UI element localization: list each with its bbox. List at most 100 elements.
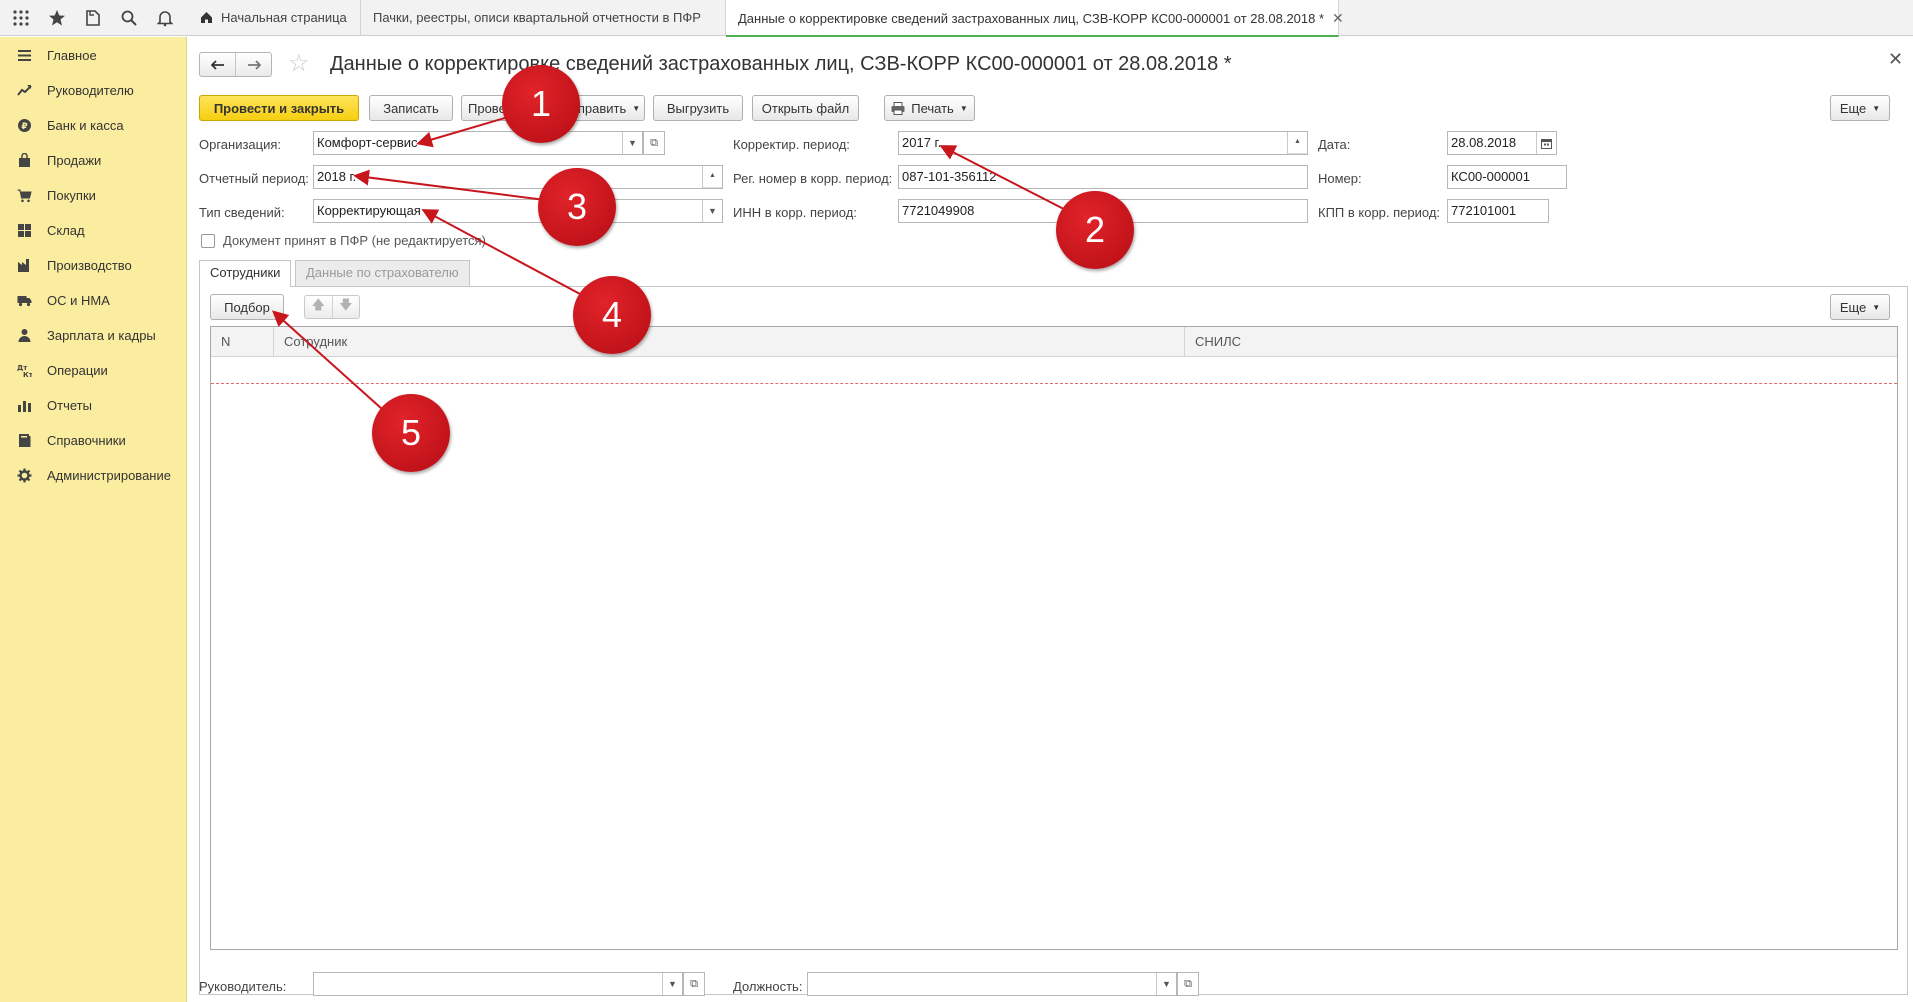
sidebar-item-references[interactable]: Справочники	[0, 423, 186, 458]
down-icon[interactable]: ▼	[703, 188, 722, 189]
report-period-field[interactable]: 2018 г. ▲▼	[313, 165, 723, 189]
sidebar-item-administration[interactable]: Администрирование	[0, 458, 186, 493]
trend-icon	[16, 83, 32, 99]
open-file-button[interactable]: Открыть файл	[752, 95, 859, 121]
open-position-icon[interactable]: ⧉	[1177, 972, 1199, 996]
accepted-checkbox-label: Документ принят в ПФР (не редактируется)	[223, 233, 486, 248]
inn-label: ИНН в корр. период:	[733, 205, 857, 220]
printer-icon	[891, 101, 905, 115]
close-document-icon[interactable]: ✕	[1888, 49, 1903, 70]
column-header-n[interactable]: N	[211, 327, 274, 357]
chevron-down-icon[interactable]: ▼	[702, 200, 722, 222]
reg-number-label: Рег. номер в корр. период:	[733, 171, 893, 186]
more-button[interactable]: Еще ▼	[1830, 95, 1890, 121]
position-field[interactable]: ▼	[807, 972, 1177, 996]
info-type-field[interactable]: Корректирующая ▼	[313, 199, 723, 223]
save-button[interactable]: Записать	[369, 95, 453, 121]
sidebar-item-main[interactable]: Главное	[0, 38, 186, 73]
sidebar-item-label: Банк и касса	[47, 118, 124, 133]
sidebar-item-label: Зарплата и кадры	[47, 328, 156, 343]
history-nav	[199, 52, 272, 77]
move-up-icon[interactable]: 🡅	[305, 296, 333, 318]
report-period-stepper[interactable]: ▲▼	[702, 166, 722, 189]
chevron-down-icon[interactable]: ▼	[622, 132, 642, 154]
tab-employees-label: Сотрудники	[210, 265, 281, 280]
employees-table[interactable]: N Сотрудник СНИЛС	[210, 326, 1898, 950]
sidebar-item-label: Администрирование	[47, 468, 171, 483]
sidebar-item-salary[interactable]: Зарплата и кадры	[0, 318, 186, 353]
page-title: Данные о корректировке сведений застрахо…	[330, 53, 1232, 75]
sidebar-item-purchases[interactable]: Покупки	[0, 178, 186, 213]
sidebar-item-label: Главное	[47, 48, 97, 63]
chevron-down-icon: ▼	[959, 103, 968, 113]
date-field[interactable]: 28.08.2018	[1447, 131, 1557, 155]
annotation-marker-1: 1	[502, 65, 580, 143]
tab-home[interactable]: Начальная страница	[188, 0, 361, 36]
sidebar-item-label: Операции	[47, 363, 108, 378]
chevron-down-icon[interactable]: ▼	[1156, 973, 1176, 995]
favorite-star-icon[interactable]: ☆	[288, 51, 310, 77]
sidebar-item-label: Справочники	[47, 433, 126, 448]
sidebar-item-sales[interactable]: Продажи	[0, 143, 186, 178]
gear-icon	[16, 468, 32, 484]
up-icon[interactable]: ▲	[1288, 132, 1307, 154]
position-label: Должность:	[733, 979, 803, 994]
history-icon[interactable]	[80, 5, 106, 31]
organization-field[interactable]: Комфорт-сервис ▼	[313, 131, 643, 155]
sidebar-item-production[interactable]: Производство	[0, 248, 186, 283]
corr-period-field[interactable]: 2017 г. ▲▼	[898, 131, 1308, 155]
reg-number-field[interactable]: 087-101-356112	[898, 165, 1308, 189]
sidebar-item-warehouse[interactable]: Склад	[0, 213, 186, 248]
notifications-bell-icon[interactable]	[152, 5, 178, 31]
chevron-down-icon: ▼	[1872, 103, 1881, 113]
tab-pfr-packs[interactable]: Пачки, реестры, описи квартальной отчетн…	[361, 0, 726, 36]
corr-period-stepper[interactable]: ▲▼	[1287, 132, 1307, 155]
open-organization-icon[interactable]: ⧉	[643, 131, 665, 155]
ruble-icon: ₽	[16, 118, 32, 134]
sidebar-item-reports[interactable]: Отчеты	[0, 388, 186, 423]
chevron-down-icon[interactable]: ▼	[662, 973, 682, 995]
tab-szv-korr-document[interactable]: Данные о корректировке сведений застрахо…	[726, 0, 1344, 37]
top-tab-bar: Начальная страница Пачки, реестры, описи…	[0, 0, 1913, 37]
calendar-icon[interactable]	[1536, 132, 1556, 154]
tab-close-icon[interactable]: ✕	[1332, 10, 1344, 26]
apps-grid-icon[interactable]	[8, 5, 34, 31]
tab-employees[interactable]: Сотрудники	[199, 260, 292, 287]
column-header-employee[interactable]: Сотрудник	[274, 327, 1185, 357]
post-and-close-button[interactable]: Провести и закрыть	[199, 95, 359, 121]
truck-icon	[16, 293, 32, 309]
number-field[interactable]: КС00-000001	[1447, 165, 1567, 189]
sidebar-item-bank[interactable]: ₽ Банк и касса	[0, 108, 186, 143]
info-type-label: Тип сведений:	[199, 205, 285, 220]
reg-number-value: 087-101-356112	[902, 169, 997, 184]
kpp-field[interactable]: 772101001	[1447, 199, 1549, 223]
search-icon[interactable]	[116, 5, 142, 31]
table-row[interactable]	[211, 358, 1897, 384]
number-label: Номер:	[1318, 171, 1362, 186]
sidebar-item-fixed-assets[interactable]: ОС и НМА	[0, 283, 186, 318]
down-icon[interactable]: ▼	[1288, 154, 1307, 155]
sidebar-item-manager[interactable]: Руководителю	[0, 73, 186, 108]
tab-insurer-label: Данные по страхователю	[306, 265, 459, 280]
accepted-checkbox[interactable]	[201, 234, 215, 248]
unload-button[interactable]: Выгрузить	[653, 95, 743, 121]
open-file-label: Открыть файл	[761, 100, 850, 116]
favorites-star-icon[interactable]	[44, 5, 70, 31]
back-arrow-icon[interactable]	[200, 53, 236, 76]
column-header-snils[interactable]: СНИЛС	[1185, 327, 1899, 357]
bar-chart-icon	[16, 398, 32, 414]
sidebar-item-operations[interactable]: Дт Кт Операции	[0, 353, 186, 388]
pick-button[interactable]: Подбор	[210, 294, 284, 320]
open-manager-icon[interactable]: ⧉	[683, 972, 705, 996]
post-and-close-label: Провести и закрыть	[213, 100, 345, 116]
print-button[interactable]: Печать ▼	[884, 95, 975, 121]
svg-text:₽: ₽	[21, 122, 27, 132]
person-icon	[16, 328, 32, 344]
up-icon[interactable]: ▲	[703, 166, 722, 188]
pick-label: Подбор	[224, 299, 270, 315]
table-more-button[interactable]: Еще ▼	[1830, 294, 1890, 320]
tab-insurer-data[interactable]: Данные по страхователю	[295, 260, 470, 286]
move-down-icon[interactable]: 🡇	[333, 296, 360, 318]
forward-arrow-icon[interactable]	[236, 53, 271, 76]
manager-field[interactable]: ▼	[313, 972, 683, 996]
